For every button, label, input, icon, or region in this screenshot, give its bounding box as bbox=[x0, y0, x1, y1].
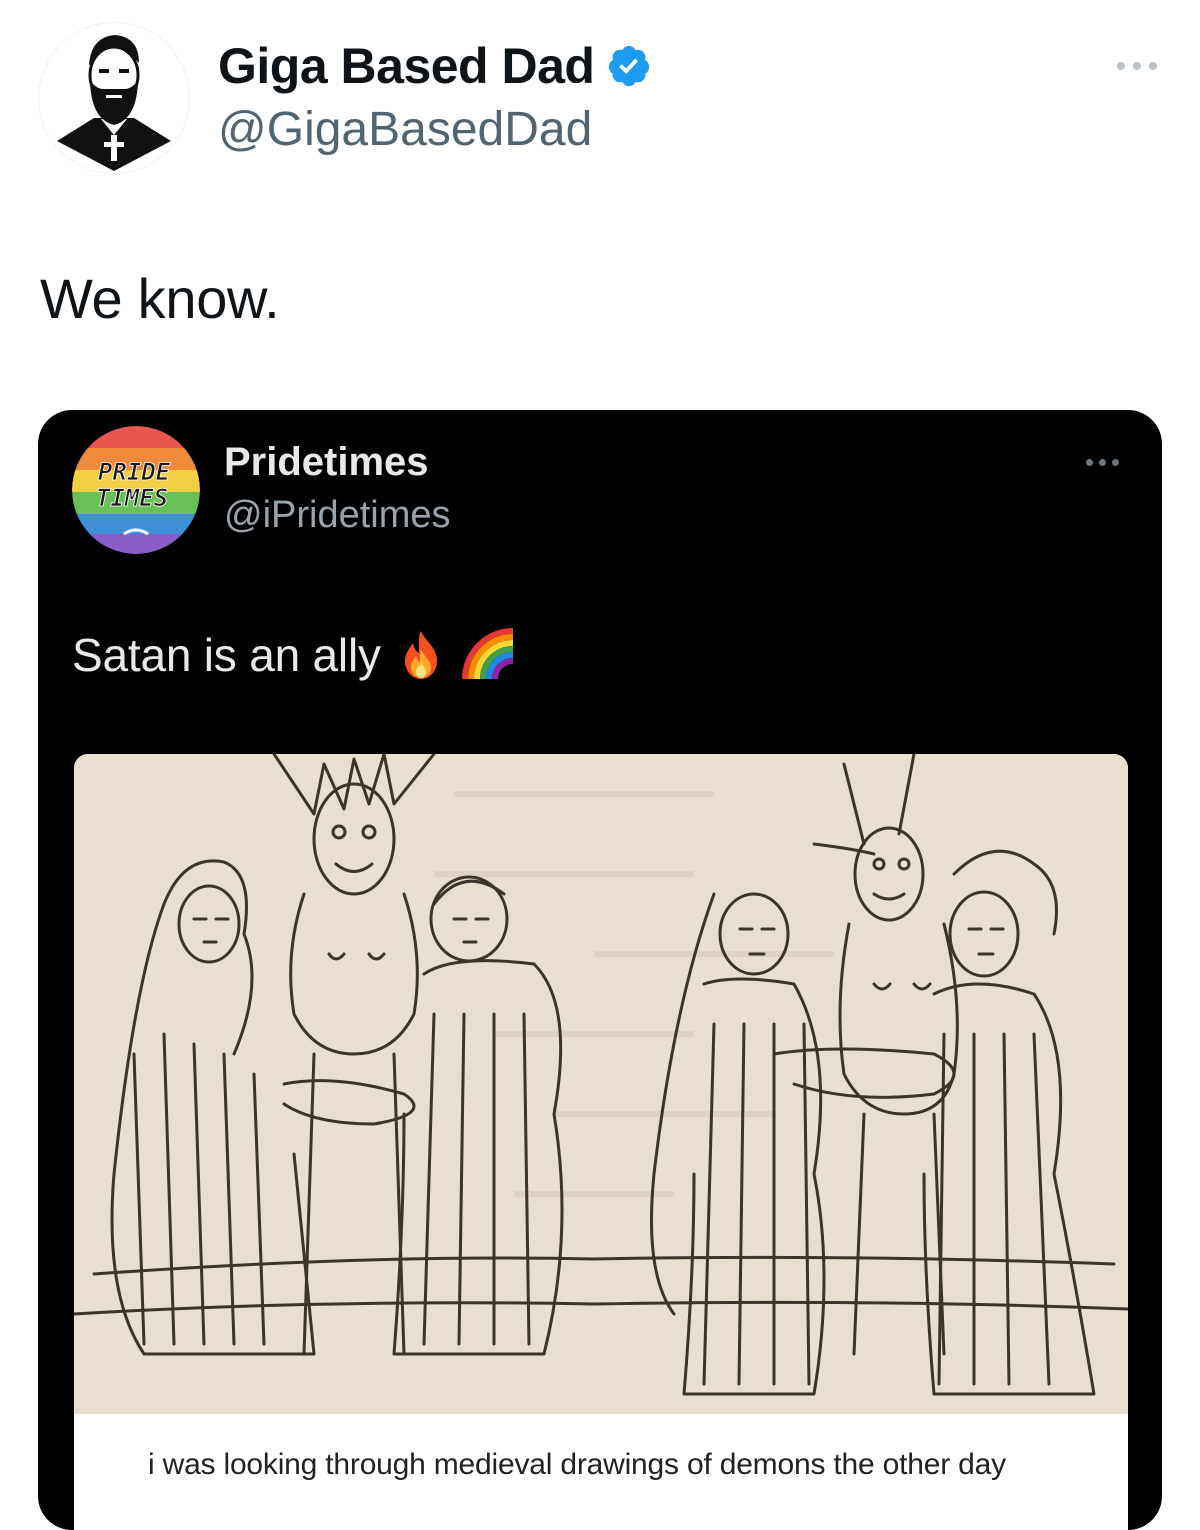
author-avatar[interactable] bbox=[38, 22, 190, 174]
quoted-tweet-card[interactable]: PRIDE TIMES Pridetimes @iPridetimes Sata… bbox=[38, 410, 1162, 1530]
author-handle[interactable]: @GigaBasedDad bbox=[218, 102, 592, 157]
verified-badge-icon bbox=[609, 45, 650, 87]
quoted-tweet-text: Satan is an ally bbox=[72, 629, 381, 681]
quoted-more-options-icon[interactable] bbox=[1080, 454, 1124, 470]
quoted-tweet-media[interactable] bbox=[74, 754, 1128, 1414]
quoted-author-avatar[interactable]: PRIDE TIMES bbox=[72, 426, 200, 554]
fire-emoji-icon bbox=[404, 631, 437, 679]
rainbow-circle-logo: PRIDE TIMES bbox=[72, 426, 200, 554]
author-display-name[interactable]: Giga Based Dad bbox=[218, 37, 595, 95]
quoted-avatar-logo-text-1: PRIDE bbox=[98, 458, 171, 486]
tweet-text: We know. bbox=[40, 267, 280, 330]
rainbow-emoji-icon bbox=[461, 628, 514, 680]
quoted-avatar-logo-text-2: TIMES bbox=[96, 484, 168, 512]
media-caption: i was looking through medieval drawings … bbox=[74, 1414, 1128, 1530]
quoted-text-row: Satan is an ally bbox=[72, 620, 517, 690]
author-name-row: Giga Based Dad bbox=[218, 36, 652, 96]
medieval-woodcut-demons-drawing bbox=[74, 754, 1128, 1414]
bearded-man-with-cross-avatar bbox=[57, 35, 171, 171]
more-options-icon[interactable] bbox=[1112, 56, 1162, 76]
quoted-author-handle[interactable]: @iPridetimes bbox=[224, 494, 451, 537]
quoted-author-display-name[interactable]: Pridetimes bbox=[224, 440, 429, 485]
